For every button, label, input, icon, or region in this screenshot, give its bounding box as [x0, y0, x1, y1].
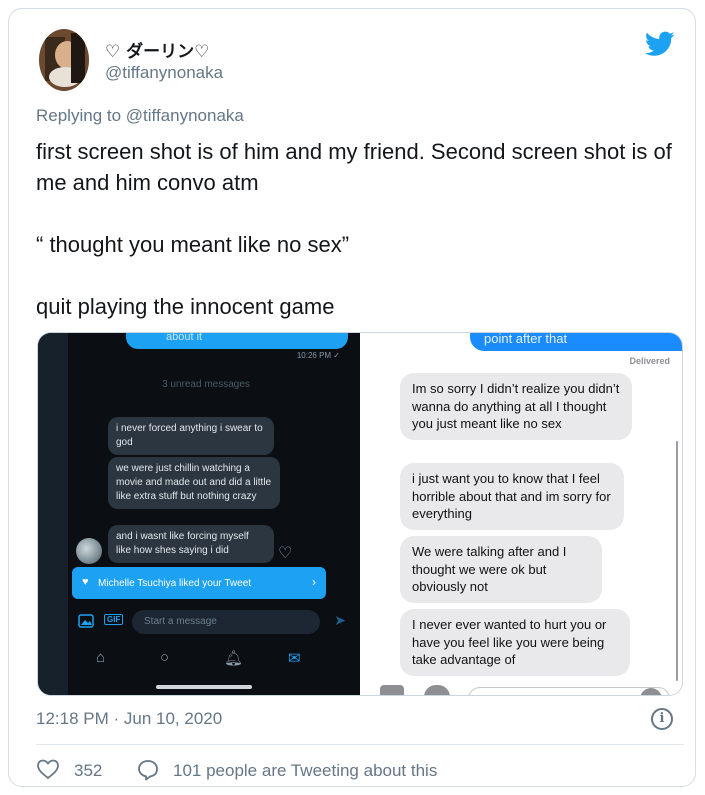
- replying-to[interactable]: Replying to @tiffanynonaka: [36, 106, 244, 126]
- dm-message: i never forced anything i swear to god: [108, 417, 274, 455]
- home-indicator: [156, 685, 252, 689]
- imessage-received-bubble: Im so sorry I didn’t realize you didn’t …: [400, 373, 632, 440]
- retweet-count-link[interactable]: 101 people are Tweeting about this: [173, 761, 437, 781]
- speech-bubble-icon[interactable]: [136, 758, 160, 782]
- heart-icon: ♡: [278, 545, 293, 562]
- heart-icon: ♥: [82, 576, 89, 588]
- delivered-label: Delivered: [629, 356, 670, 366]
- imessage-sent-bubble: point after that: [470, 333, 682, 351]
- display-name[interactable]: ♡ ダーリン♡: [105, 37, 209, 62]
- imessage-input-bar: [360, 685, 682, 695]
- imessage-received-bubble: i just want you to know that I feel horr…: [400, 463, 624, 530]
- user-handle[interactable]: @tiffanynonaka: [105, 63, 223, 83]
- info-icon[interactable]: i: [651, 708, 673, 730]
- dm-message: we were just chillin watching a movie an…: [108, 457, 280, 509]
- tweet-text-line: quit playing the innocent game: [36, 294, 335, 319]
- heart-icon[interactable]: [36, 757, 60, 781]
- bell-icon: 🔔︎: [224, 650, 244, 667]
- dm-sent-bubble: about it: [126, 333, 348, 349]
- tweet-media[interactable]: about it 10:26 PM ✓ 3 unread messages i …: [37, 332, 683, 696]
- imessage-screenshot[interactable]: point after that Delivered Im so sorry I…: [360, 333, 682, 695]
- avatar[interactable]: [39, 29, 89, 91]
- camera-icon: [380, 685, 404, 695]
- dm-screenshot[interactable]: about it 10:26 PM ✓ 3 unread messages i …: [38, 333, 360, 695]
- unread-divider: 3 unread messages: [162, 379, 250, 390]
- tweet-text: first screen shot is of him and my frien…: [36, 136, 686, 322]
- dm-message: and i wasnt like forcing myself like how…: [108, 525, 274, 563]
- imessage-received-bubble: We were talking after and I thought we w…: [400, 536, 602, 603]
- notification-banner: ♥ Michelle Tsuchiya liked your Tweet ›: [72, 567, 326, 599]
- dm-time: 10:26 PM ✓: [296, 351, 340, 360]
- mail-icon: ✉: [288, 650, 301, 667]
- imessage-received-bubble: I never ever wanted to hurt you or have …: [400, 609, 630, 676]
- dm-bottom-nav: ⌂ ○ 🔔︎ ✉: [68, 645, 360, 673]
- tweet-text-line: first screen shot is of him and my frien…: [36, 139, 672, 195]
- send-icon: ➤: [334, 612, 346, 628]
- search-icon: ○: [160, 649, 170, 666]
- tweet-text-line: “ thought you meant like no sex”: [36, 232, 350, 257]
- gif-icon: GIF: [104, 614, 124, 625]
- chevron-right-icon: ›: [312, 575, 316, 589]
- scrollbar: [676, 441, 678, 681]
- avatar: [76, 538, 102, 564]
- twitter-bird-icon[interactable]: [645, 31, 675, 57]
- like-count[interactable]: 352: [74, 761, 102, 781]
- dm-composer: GIF Start a message ➤: [68, 608, 360, 638]
- divider: [36, 744, 684, 745]
- tweet-timestamp[interactable]: 12:18 PM · Jun 10, 2020: [36, 709, 222, 729]
- home-icon: ⌂: [96, 649, 106, 666]
- image-icon: [78, 614, 94, 628]
- app-store-icon: [424, 685, 450, 695]
- tweet-card: ♡ ダーリン♡ @tiffanynonaka Replying to @tiff…: [8, 8, 696, 787]
- dm-message-input: Start a message: [132, 610, 320, 634]
